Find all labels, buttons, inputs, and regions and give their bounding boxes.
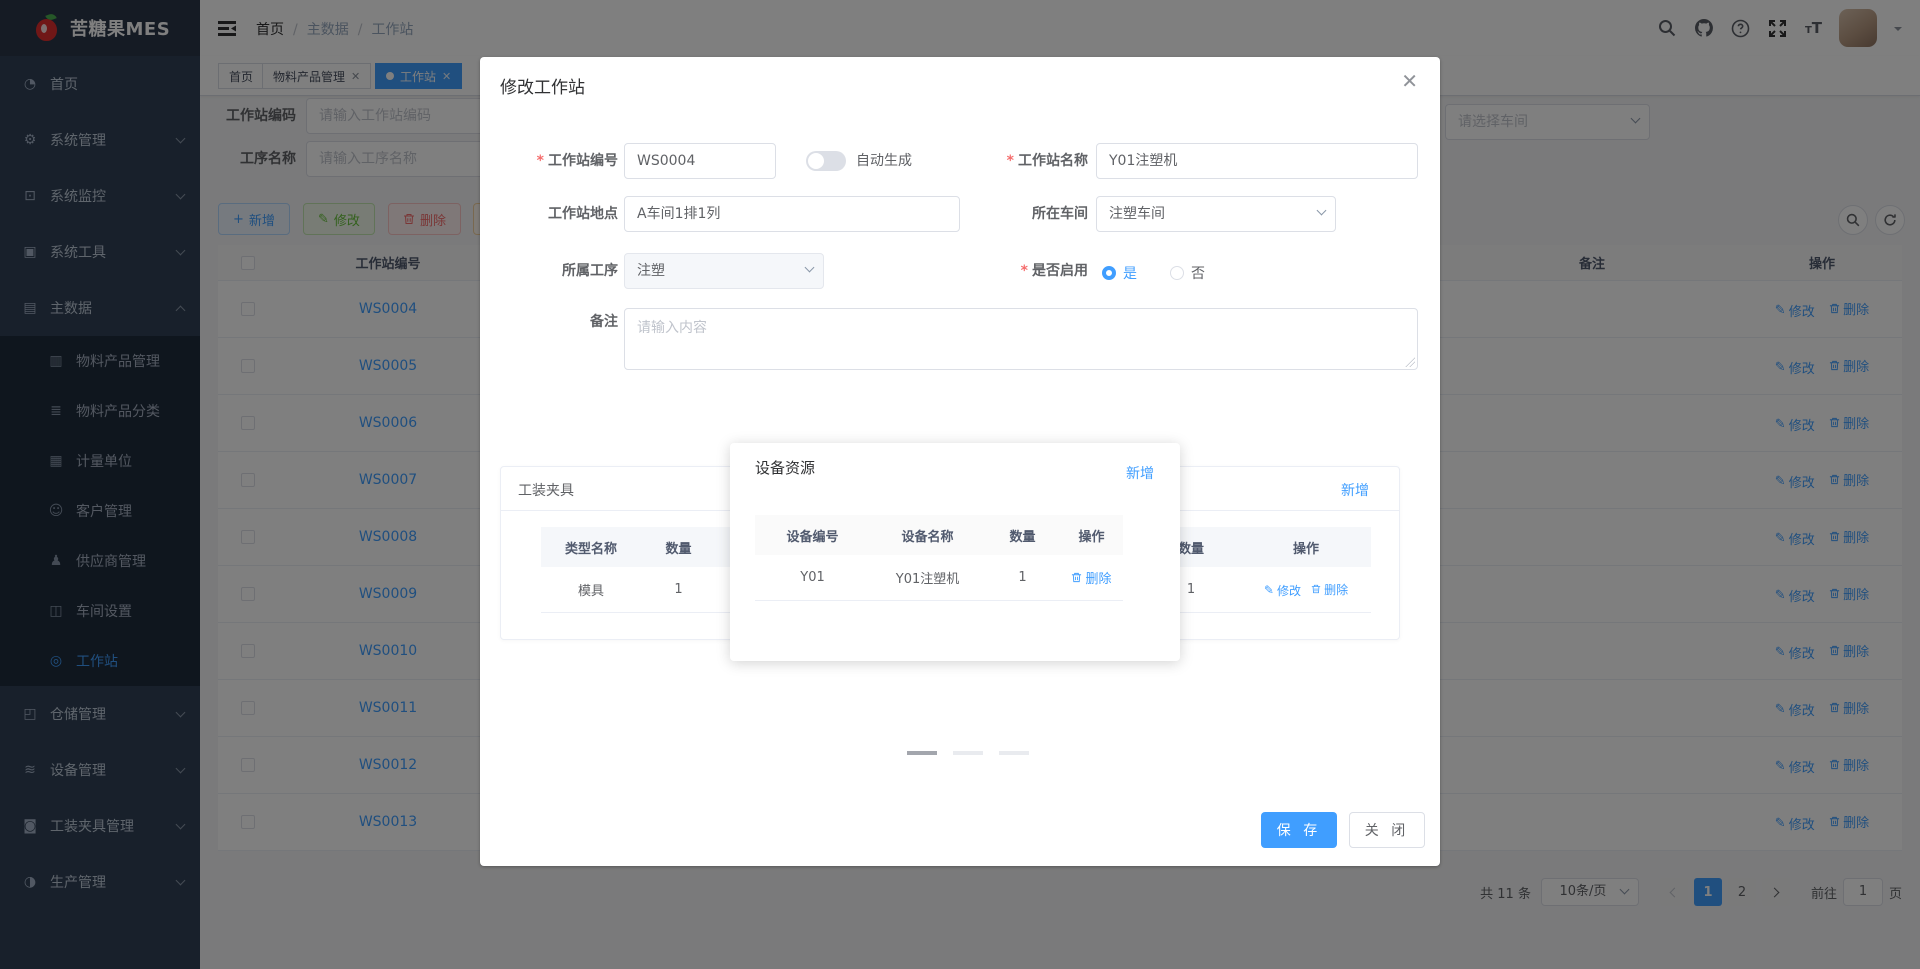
- auto-generate-toggle[interactable]: [806, 151, 846, 171]
- device-add-link[interactable]: 新增: [1126, 463, 1154, 483]
- carousel-dash-1[interactable]: [907, 751, 937, 755]
- name-label: 工作站名称: [910, 143, 1088, 179]
- col-device-code: 设备编号: [786, 529, 839, 545]
- trash-icon: [1311, 584, 1321, 594]
- device-code: Y01: [800, 570, 825, 585]
- chevron-down-icon: [804, 262, 815, 273]
- fixture-type: 模具: [577, 584, 604, 599]
- remark-label: 备注: [590, 314, 618, 330]
- dialog-close-icon[interactable]: ✕: [1401, 71, 1418, 91]
- trash-icon: [1072, 572, 1082, 583]
- fixture-card-title: 工装夹具: [518, 483, 574, 499]
- code-input[interactable]: WS0004: [624, 143, 776, 179]
- carousel-indicators: [907, 751, 1029, 755]
- device-name: Y01注塑机: [895, 572, 960, 587]
- chevron-down-icon: [1316, 205, 1327, 216]
- workshop-label: 所在车间: [1032, 206, 1088, 222]
- device-resource-popup: 设备资源 新增 设备编号 设备名称 数量 操作 Y01 Y01注塑机 1 删除: [730, 443, 1180, 661]
- auto-generate-label: 自动生成: [856, 153, 912, 169]
- device-row: Y01 Y01注塑机 1 删除: [755, 555, 1123, 601]
- col-qty: 数量: [1009, 529, 1036, 545]
- fixture-qty: 1: [674, 582, 683, 597]
- dialog-title: 修改工作站: [500, 78, 585, 98]
- device-delete-link[interactable]: 删除: [1071, 568, 1112, 587]
- app-root: 苦糖果MES ◔ 首页 ⚙ 系统管理 ⊡ 系统监控 ▣ 系统工具 ▤ 主数据: [0, 0, 1920, 969]
- remark-textarea[interactable]: 请输入内容: [624, 308, 1418, 370]
- carousel-dash-3[interactable]: [999, 751, 1029, 755]
- process-label: 所属工序: [562, 263, 618, 279]
- close-button[interactable]: 关 闭: [1349, 812, 1425, 848]
- resize-handle[interactable]: [1405, 357, 1415, 367]
- col-operation: 操作: [1292, 541, 1319, 557]
- enabled-yes-radio[interactable]: 是: [1102, 263, 1137, 283]
- enabled-label: 是否启用: [910, 253, 1088, 289]
- pencil-icon: ✎: [1263, 583, 1274, 597]
- enabled-no-radio[interactable]: 否: [1170, 263, 1205, 283]
- radio-off-icon: [1170, 266, 1184, 280]
- save-button[interactable]: 保 存: [1261, 812, 1337, 848]
- right-card-delete-link[interactable]: 删除: [1311, 581, 1348, 598]
- right-card-add-link[interactable]: 新增: [1341, 480, 1369, 500]
- device-popup-title: 设备资源: [755, 459, 816, 477]
- workshop-select[interactable]: 注塑车间: [1096, 196, 1336, 232]
- col-operation: 操作: [1078, 529, 1105, 545]
- code-label: 工作站编号: [480, 143, 618, 179]
- col-qty: 数量: [665, 541, 692, 557]
- process-select[interactable]: 注塑: [624, 253, 824, 289]
- carousel-dash-2[interactable]: [953, 751, 983, 755]
- edit-workstation-dialog: 修改工作站 ✕ 工作站编号 WS0004 自动生成 工作站名称 Y01注塑机 工…: [480, 57, 1440, 866]
- location-label: 工作站地点: [548, 206, 618, 222]
- device-qty: 1: [1018, 570, 1027, 585]
- name-input[interactable]: Y01注塑机: [1096, 143, 1418, 179]
- col-device-name: 设备名称: [901, 529, 954, 545]
- right-card-edit-link[interactable]: ✎ 修改: [1264, 582, 1301, 599]
- radio-on-icon: [1102, 266, 1116, 280]
- col-type-name: 类型名称: [564, 541, 617, 557]
